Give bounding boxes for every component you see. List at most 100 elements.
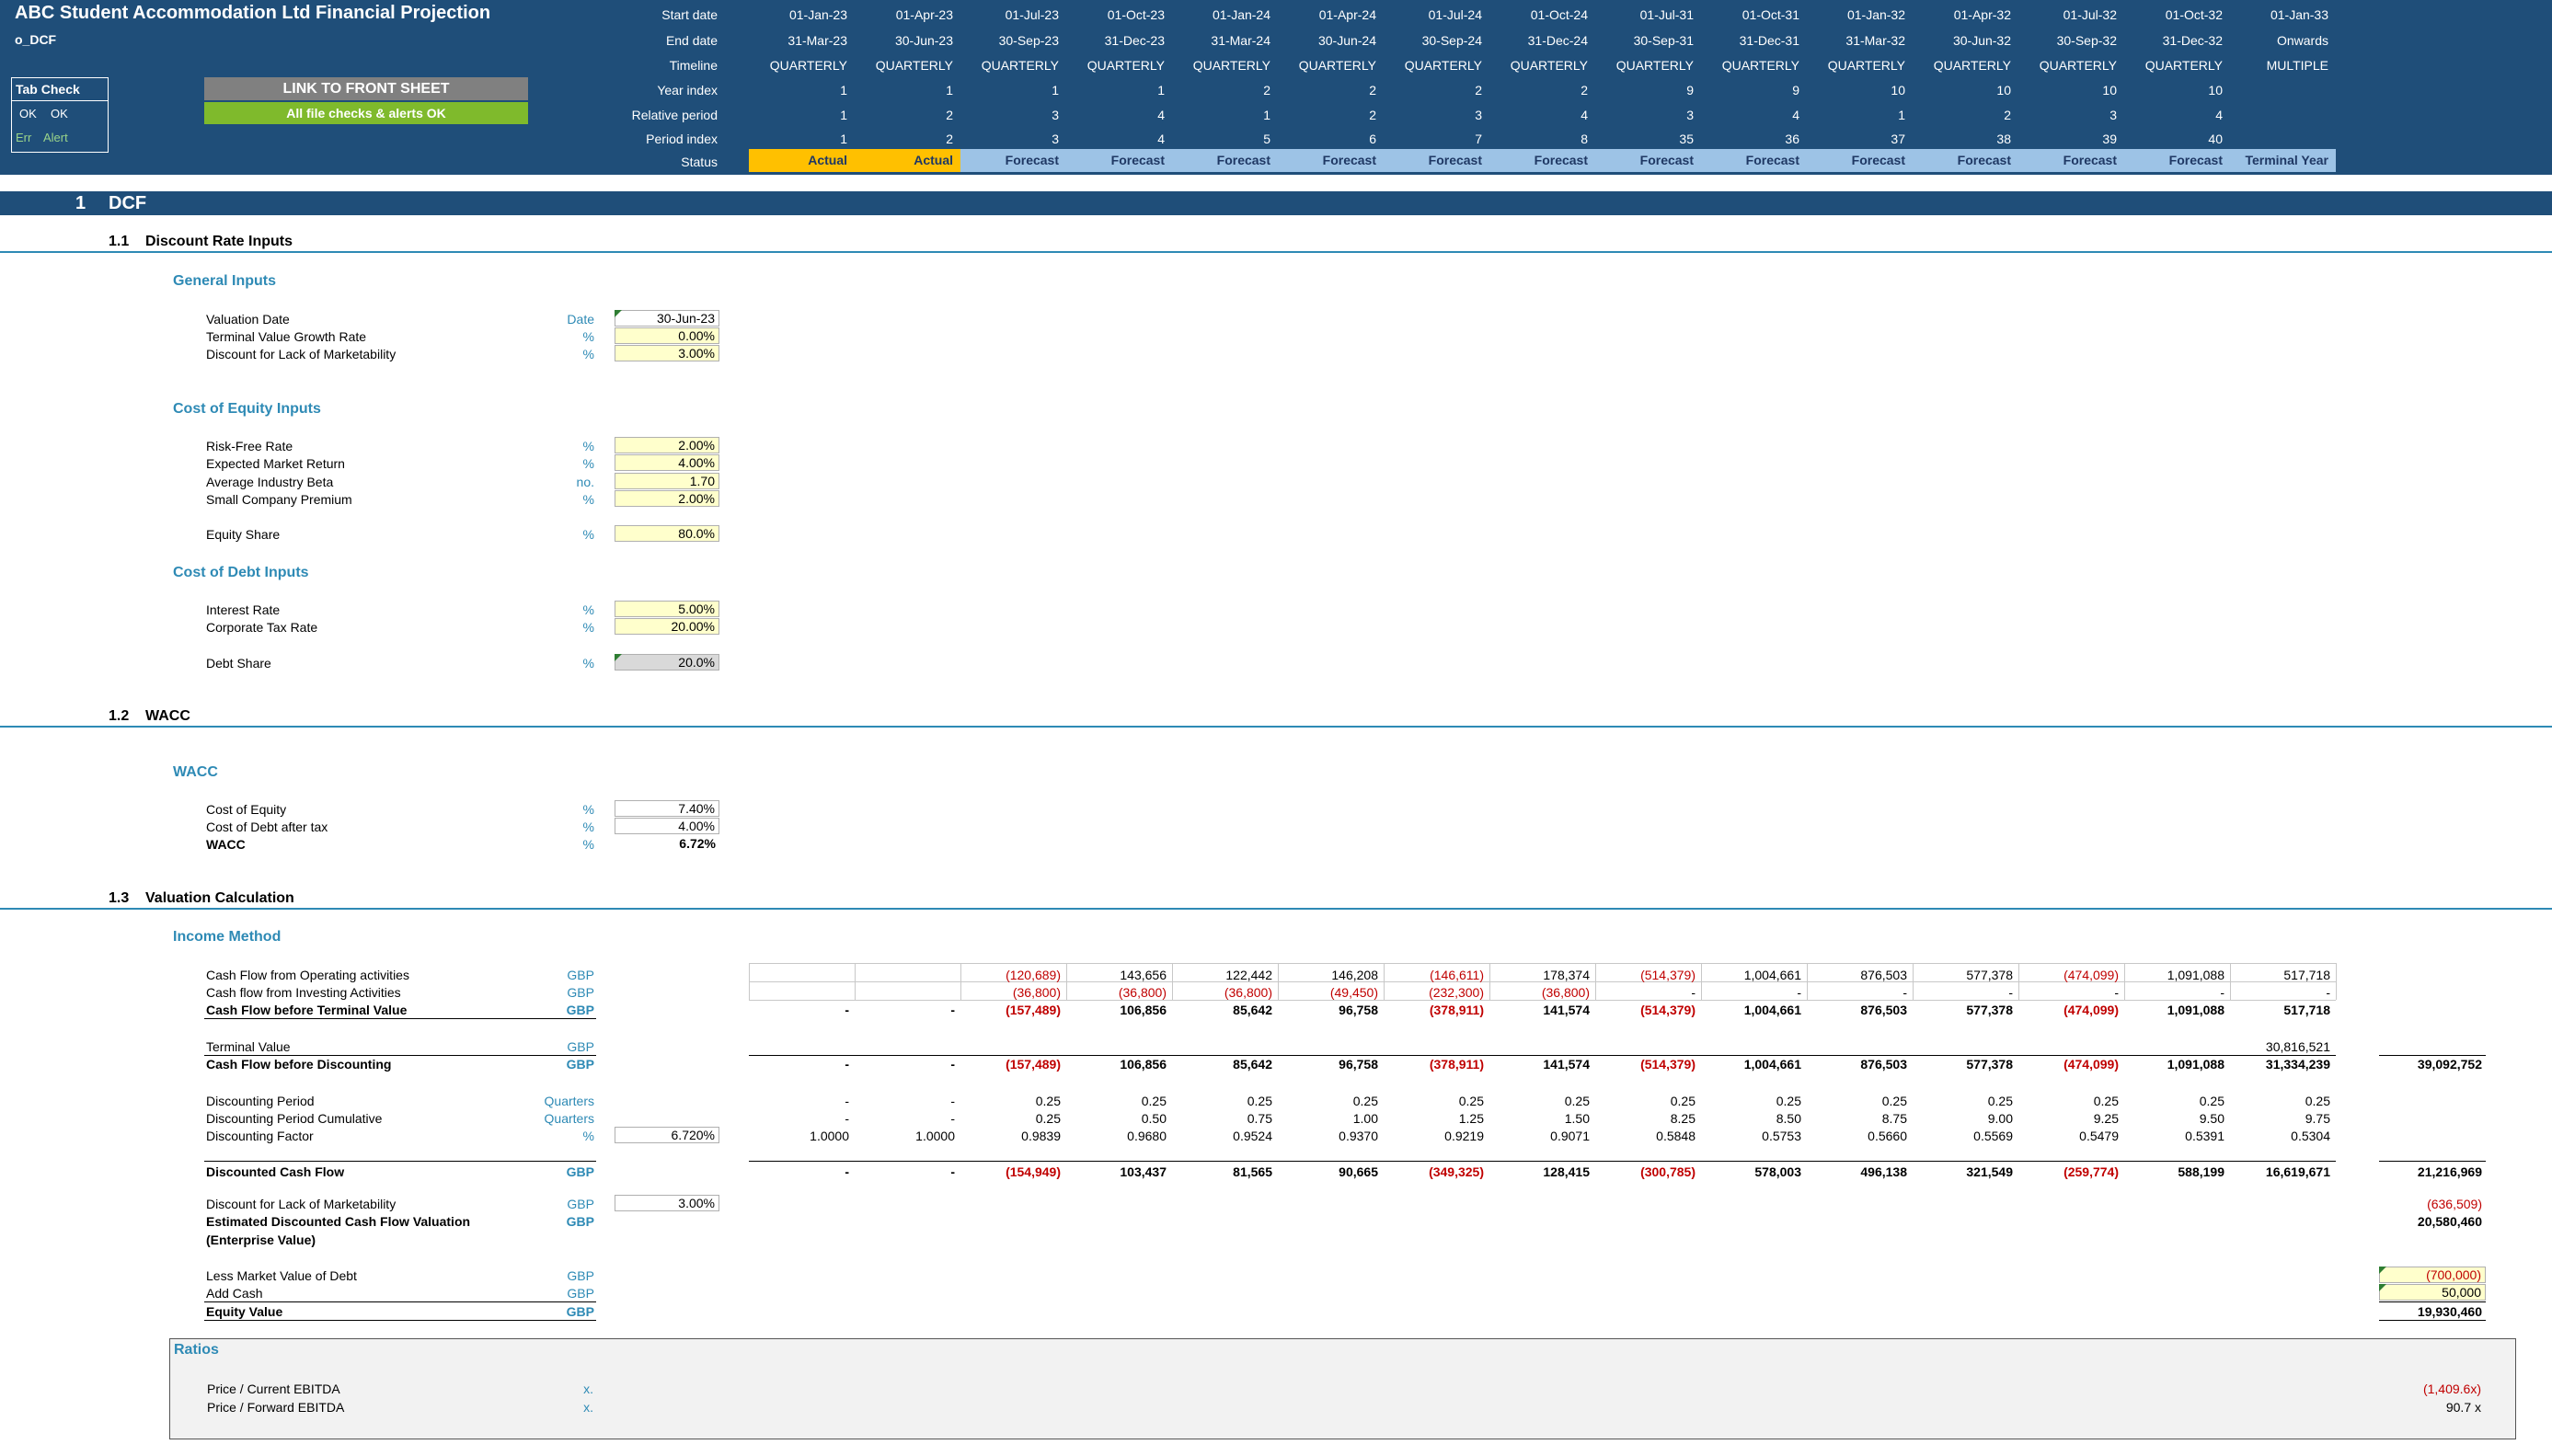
tab-check-box: Tab Check OK OK Err Alert	[11, 77, 109, 153]
header-cell-rel: 3	[1686, 108, 1694, 122]
header-cell-rel: 1	[840, 108, 847, 122]
header-cell-period: 35	[1679, 132, 1694, 146]
cell-discounting-period-cumulative: -	[950, 1111, 955, 1126]
comment-marker	[615, 654, 622, 661]
subsection-1-2-number: 1.2	[109, 708, 130, 724]
cell-discounting-period-cumulative: 9.00	[1987, 1111, 2013, 1126]
input-dlom[interactable]: 3.00%	[615, 345, 719, 361]
comment-marker	[615, 310, 622, 317]
header-cell-start: 01-Jan-23	[788, 7, 847, 22]
header-cell-rel: 3	[2109, 108, 2117, 122]
input-market-value-debt[interactable]: (700,000)	[2379, 1267, 2486, 1283]
input-interest-rate[interactable]: 5.00%	[615, 601, 719, 617]
total-rule	[2379, 1161, 2486, 1162]
tab-check-title: Tab Check	[16, 82, 80, 97]
status-cell: Actual	[749, 149, 855, 172]
cell-cf-before-discounting: 106,856	[1120, 1057, 1167, 1072]
header-cell-year: 10	[2102, 83, 2117, 97]
status-cell: Forecast	[1489, 149, 1595, 172]
cell-cf-before-discounting: 31,334,239	[2265, 1057, 2330, 1072]
unit-corporate-tax: %	[582, 620, 594, 635]
input-terminal-growth[interactable]: 0.00%	[615, 327, 719, 344]
input-risk-free[interactable]: 2.00%	[615, 437, 719, 453]
cell-discounting-factor: 1.0000	[915, 1129, 955, 1143]
cell-cf-investing: -	[1691, 985, 1696, 1000]
unit-cf-before-discounting: GBP	[566, 1057, 594, 1072]
unit-price-forward-ebitda: x.	[583, 1400, 593, 1415]
cell-discounted-cash-flow: (259,774)	[2063, 1164, 2119, 1179]
cell-cf-before-discounting: (474,099)	[2063, 1057, 2119, 1072]
cell-discounting-factor: 0.5660	[1868, 1129, 1907, 1143]
header-cell-rel: 3	[1475, 108, 1482, 122]
unit-risk-free: %	[582, 439, 594, 453]
tab-check-err: Err	[16, 131, 32, 144]
header-cell-period: 40	[2208, 132, 2223, 146]
input-small-company-premium[interactable]: 2.00%	[615, 490, 719, 507]
cell-discounting-period: 0.25	[1987, 1094, 2013, 1108]
header-cell-period: 2	[946, 132, 953, 146]
subsection-divider	[0, 251, 2552, 253]
cell-cf-before-discounting: (378,911)	[1429, 1057, 1484, 1072]
header-cell-year: 1	[1052, 83, 1059, 97]
unit-terminal-value: GBP	[567, 1039, 594, 1054]
input-equity-share[interactable]: 80.0%	[615, 525, 719, 542]
cell-discounting-period: 0.25	[1776, 1094, 1801, 1108]
header-cell-timeline: QUARTERLY	[2144, 58, 2223, 73]
label-industry-beta: Average Industry Beta	[206, 475, 334, 489]
label-equity-value: Equity Value	[206, 1304, 283, 1319]
cell-cf-before-discounting: 96,758	[1339, 1057, 1378, 1072]
label-less-debt: Less Market Value of Debt	[206, 1268, 357, 1283]
subsection-divider	[0, 908, 2552, 910]
input-add-cash[interactable]: 50,000	[2379, 1284, 2486, 1301]
header-cell-timeline: QUARTERLY	[1404, 58, 1482, 73]
cell-discounting-period: 0.25	[1881, 1094, 1907, 1108]
header-cell-period: 8	[1581, 132, 1588, 146]
label-dlom: Discount for Lack of Marketability	[206, 347, 397, 361]
cell-cf-before-terminal: (474,099)	[2063, 1003, 2119, 1017]
status-cell: Forecast	[1595, 149, 1701, 172]
cell-cf-investing: (36,800)	[1224, 985, 1272, 1000]
cell-cf-before-terminal: (378,911)	[1429, 1003, 1484, 1017]
cell-cf-before-discounting: 141,574	[1543, 1057, 1590, 1072]
input-industry-beta[interactable]: 1.70	[615, 473, 719, 489]
header-cell-end: 31-Mar-24	[1211, 33, 1270, 48]
cell-discounting-factor: 0.9524	[1233, 1129, 1272, 1143]
status-cell: Forecast	[1172, 149, 1278, 172]
row-label-start-date: Start date	[661, 7, 718, 22]
unit-dlom: %	[582, 347, 594, 361]
cell-cf-operating: 178,374	[1543, 968, 1590, 982]
ratios-box: Ratios Price / Current EBITDA x. (1,409.…	[169, 1338, 2516, 1439]
cell-discounted-cash-flow: 578,003	[1754, 1164, 1801, 1179]
header-cell-end: 31-Mar-23	[787, 33, 847, 48]
header-cell-year: 2	[1263, 83, 1270, 97]
cell-discounted-cash-flow: 588,199	[2178, 1164, 2224, 1179]
cell-cf-before-terminal: 85,642	[1233, 1003, 1272, 1017]
link-to-front-sheet-button[interactable]: LINK TO FRONT SHEET	[204, 77, 528, 100]
tab-check-ok-1: OK	[19, 107, 37, 120]
input-corporate-tax[interactable]: 20.00%	[615, 618, 719, 635]
section-dcf: 1 DCF	[0, 191, 2552, 215]
header-cell-start: 01-Apr-24	[1318, 7, 1376, 22]
input-market-return[interactable]: 4.00%	[615, 454, 719, 471]
header-cell-rel: 4	[1792, 108, 1799, 122]
header-cell-year: 1	[946, 83, 953, 97]
cell-discounted-cash-flow: 128,415	[1543, 1164, 1590, 1179]
cell-cf-before-discounting: (157,489)	[1006, 1057, 1061, 1072]
header-cell-start: 01-Jul-23	[1005, 7, 1059, 22]
value-cost-of-debt: 4.00%	[615, 818, 719, 834]
total-rule	[204, 1161, 596, 1162]
unit-terminal-growth: %	[582, 329, 594, 344]
cell-cf-operating: 876,503	[1860, 968, 1907, 982]
cell-cf-before-discounting: 876,503	[1860, 1057, 1907, 1072]
grid-line	[749, 963, 2336, 964]
unit-industry-beta: no.	[576, 475, 594, 489]
input-valuation-date[interactable]: 30-Jun-23	[615, 310, 719, 327]
cell-discounting-period-cumulative: 9.50	[2199, 1111, 2224, 1126]
total-discounted-cash-flow: 21,216,969	[2417, 1164, 2482, 1179]
cell-discounting-factor: 0.5479	[2079, 1129, 2119, 1143]
cell-cf-operating: (514,379)	[1640, 968, 1696, 982]
value-wacc: 6.72%	[679, 836, 716, 851]
cell-discounting-period-cumulative: 1.00	[1352, 1111, 1378, 1126]
header-cell-rel: 2	[2004, 108, 2011, 122]
header-cell-timeline: QUARTERLY	[981, 58, 1059, 73]
